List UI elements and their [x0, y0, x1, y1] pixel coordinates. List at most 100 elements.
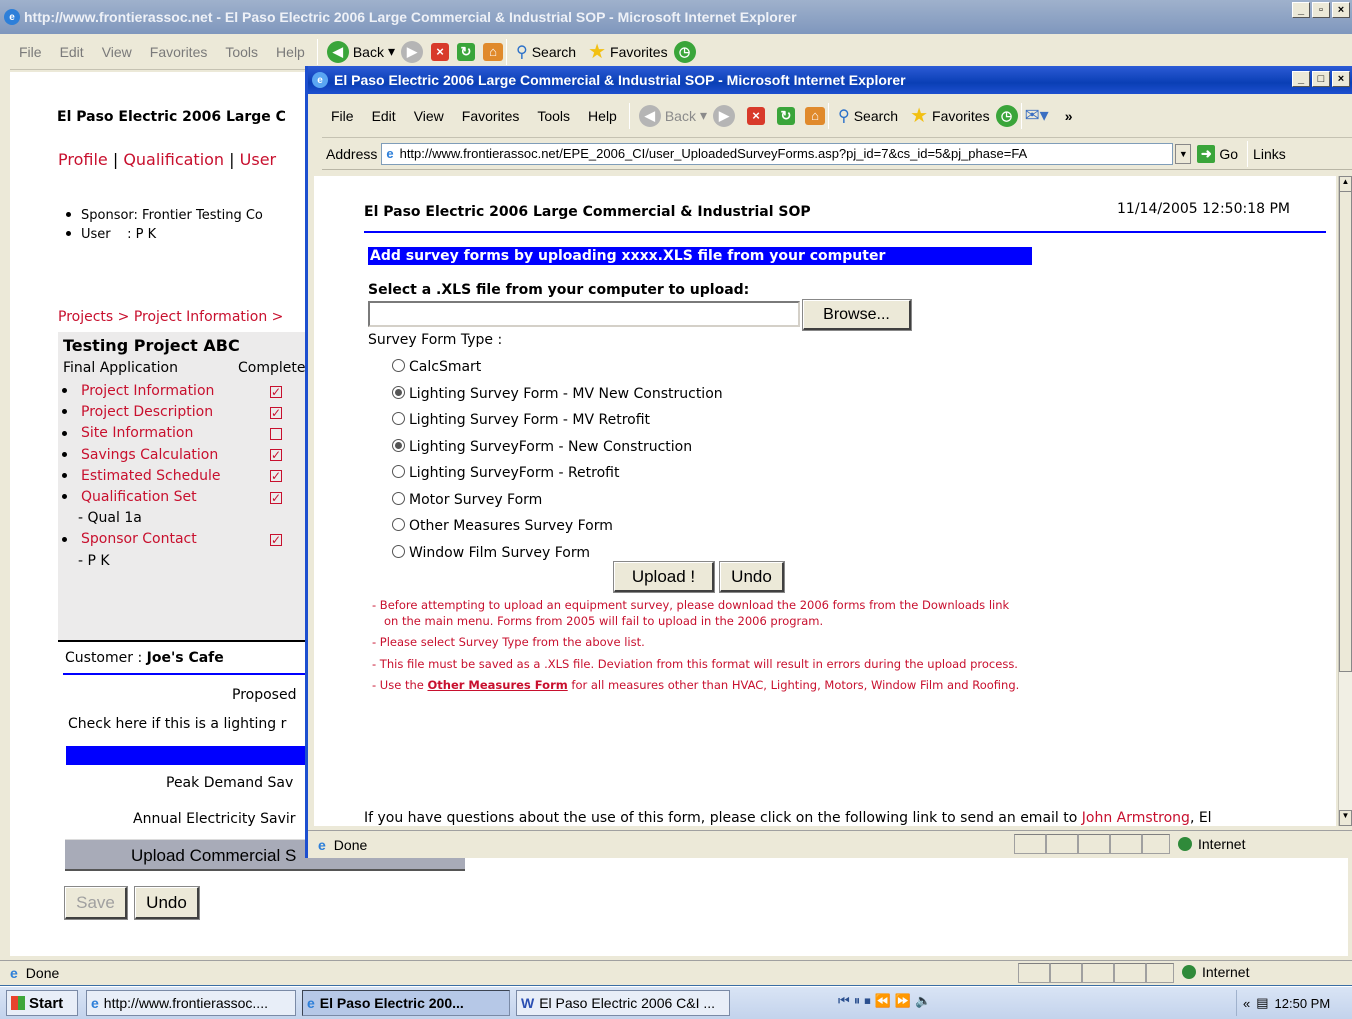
radio-option-other-measures[interactable]: Other Measures Survey Form: [392, 513, 723, 540]
forward-arrow-icon[interactable]: ▶: [401, 40, 423, 63]
mail-icon[interactable]: ✉▾: [1025, 105, 1049, 126]
radio-option-calcsmart[interactable]: CalcSmart: [392, 354, 723, 381]
upload-button[interactable]: Upload !: [613, 561, 715, 593]
close-icon[interactable]: ×: [1332, 2, 1350, 18]
history-icon[interactable]: ◷: [995, 104, 1018, 127]
bg-menu-file[interactable]: File: [10, 44, 51, 60]
menu-tools[interactable]: Tools: [528, 108, 579, 124]
taskbar-item[interactable]: e http://www.frontierassoc....: [86, 990, 296, 1016]
media-forward-icon[interactable]: ⏩: [895, 993, 911, 1009]
radio-icon[interactable]: [392, 385, 405, 399]
home-icon[interactable]: ⌂: [483, 42, 503, 61]
lighting-check-label: Check here if this is a lighting r: [68, 716, 287, 732]
checklist-item[interactable]: Sponsor Contact: [58, 529, 308, 551]
tray-app-icon[interactable]: ▤: [1256, 995, 1268, 1011]
radio-icon[interactable]: [392, 544, 405, 558]
bg-menu-tools[interactable]: Tools: [216, 44, 267, 60]
nav-profile-link[interactable]: Profile: [58, 150, 108, 169]
refresh-icon[interactable]: ↻: [457, 42, 475, 61]
annual-electricity-label: Annual Electricity Savir: [133, 811, 296, 827]
other-measures-link[interactable]: Other Measures Form: [427, 678, 567, 692]
radio-icon[interactable]: [392, 465, 405, 478]
toolbar-separator: [1020, 102, 1022, 129]
bg-back-button[interactable]: ◀ Back ▾: [321, 40, 401, 63]
radio-option-lighting-mv-new[interactable]: Lighting Survey Form - MV New Constructi…: [392, 381, 723, 408]
refresh-icon[interactable]: ↻: [777, 106, 795, 125]
bg-menu-favorites[interactable]: Favorites: [141, 44, 217, 60]
sponsor-sub-item: - P K: [78, 552, 110, 569]
chevron-more-icon[interactable]: »: [1065, 108, 1073, 124]
favorites-button[interactable]: ★ Favorites: [904, 103, 996, 128]
address-input[interactable]: e http://www.frontierassoc.net/EPE_2006_…: [381, 142, 1174, 165]
radio-icon[interactable]: [392, 412, 405, 425]
links-label[interactable]: Links: [1253, 146, 1286, 162]
maximize-icon[interactable]: □: [1312, 71, 1330, 87]
radio-icon[interactable]: [392, 518, 405, 531]
radio-option-lighting-mv-retrofit[interactable]: Lighting Survey Form - MV Retrofit: [392, 407, 723, 434]
checklist-item[interactable]: Qualification Set: [58, 487, 308, 509]
media-stop-icon[interactable]: ⏹: [864, 993, 871, 1009]
bg-menu-view[interactable]: View: [93, 44, 141, 60]
bg-undo-button[interactable]: Undo: [134, 886, 200, 920]
taskbar-item-active[interactable]: e El Paso Electric 200...: [302, 990, 510, 1016]
bg-menu-edit[interactable]: Edit: [51, 44, 93, 60]
nav-user-link[interactable]: User: [240, 150, 276, 169]
history-icon[interactable]: ◷: [673, 40, 696, 63]
stop-icon[interactable]: ×: [747, 106, 765, 125]
note-item: - Before attempting to upload an equipme…: [372, 598, 1010, 628]
radio-option-lighting-retrofit[interactable]: Lighting SurveyForm - Retrofit: [392, 460, 723, 487]
menu-edit[interactable]: Edit: [363, 108, 405, 124]
ie-icon: e: [312, 72, 328, 88]
tray-expand-icon[interactable]: «: [1243, 996, 1250, 1011]
browse-button[interactable]: Browse...: [802, 299, 912, 331]
bg-status-bar: e Done Internet: [0, 960, 1352, 985]
bg-menu-help[interactable]: Help: [267, 44, 314, 60]
nav-qualification-link[interactable]: Qualification: [123, 150, 224, 169]
checklist-item[interactable]: Estimated Schedule: [58, 466, 308, 488]
search-button[interactable]: ⚲ Search: [832, 106, 904, 126]
checklist-item[interactable]: Project Information: [58, 381, 308, 403]
star-icon: ★: [910, 105, 929, 127]
media-prev-icon[interactable]: ⏮: [838, 993, 850, 1009]
maximize-icon[interactable]: ▫: [1312, 2, 1330, 18]
radio-icon[interactable]: [392, 359, 405, 372]
back-button[interactable]: ◀ Back ▾: [633, 104, 713, 127]
home-icon[interactable]: ⌂: [805, 106, 825, 125]
scroll-down-icon[interactable]: ▼: [1339, 810, 1352, 826]
bg-menu-bar: File Edit View Favorites Tools Help ◀ Bac…: [10, 34, 1352, 70]
menu-favorites[interactable]: Favorites: [453, 108, 529, 124]
checklist-item[interactable]: Savings Calculation: [58, 445, 308, 466]
breadcrumb[interactable]: Projects > Project Information >: [58, 309, 283, 325]
stop-icon[interactable]: ×: [431, 42, 449, 61]
scroll-thumb[interactable]: [1339, 192, 1352, 672]
radio-icon[interactable]: [392, 491, 405, 505]
volume-icon[interactable]: 🔈: [915, 993, 931, 1009]
bg-favorites-button[interactable]: ★ Favorites: [582, 39, 674, 64]
close-icon[interactable]: ×: [1332, 71, 1350, 87]
start-button[interactable]: Start: [6, 990, 78, 1016]
radio-option-lighting-new[interactable]: Lighting SurveyForm - New Construction: [392, 434, 723, 461]
media-pause-icon[interactable]: ⏸: [854, 993, 861, 1009]
minimize-icon[interactable]: _: [1292, 71, 1310, 87]
menu-help[interactable]: Help: [579, 108, 626, 124]
checklist-item[interactable]: Project Description: [58, 402, 308, 424]
go-button[interactable]: ➜ Go: [1191, 144, 1244, 163]
checklist-item[interactable]: Site Information: [58, 423, 308, 444]
bg-save-button[interactable]: Save: [64, 886, 128, 920]
john-armstrong-link[interactable]: John Armstrong: [1082, 810, 1190, 826]
taskbar-item[interactable]: W El Paso Electric 2006 C&I ...: [516, 990, 730, 1016]
forward-arrow-icon[interactable]: ▶: [713, 104, 735, 127]
file-input[interactable]: [368, 301, 800, 327]
menu-view[interactable]: View: [405, 108, 453, 124]
vertical-scrollbar[interactable]: ▲ ▼: [1338, 176, 1352, 826]
scroll-up-icon[interactable]: ▲: [1339, 176, 1352, 192]
checkbox-icon: [270, 403, 282, 424]
undo-button[interactable]: Undo: [719, 561, 785, 593]
minimize-icon[interactable]: _: [1292, 2, 1310, 18]
dropdown-arrow-icon[interactable]: ▼: [1175, 143, 1192, 164]
media-back-icon[interactable]: ⏪: [875, 993, 891, 1009]
menu-file[interactable]: File: [322, 108, 363, 124]
radio-option-motor[interactable]: Motor Survey Form: [392, 487, 723, 514]
bg-search-button[interactable]: ⚲ Search: [510, 42, 582, 62]
radio-icon[interactable]: [392, 438, 405, 452]
